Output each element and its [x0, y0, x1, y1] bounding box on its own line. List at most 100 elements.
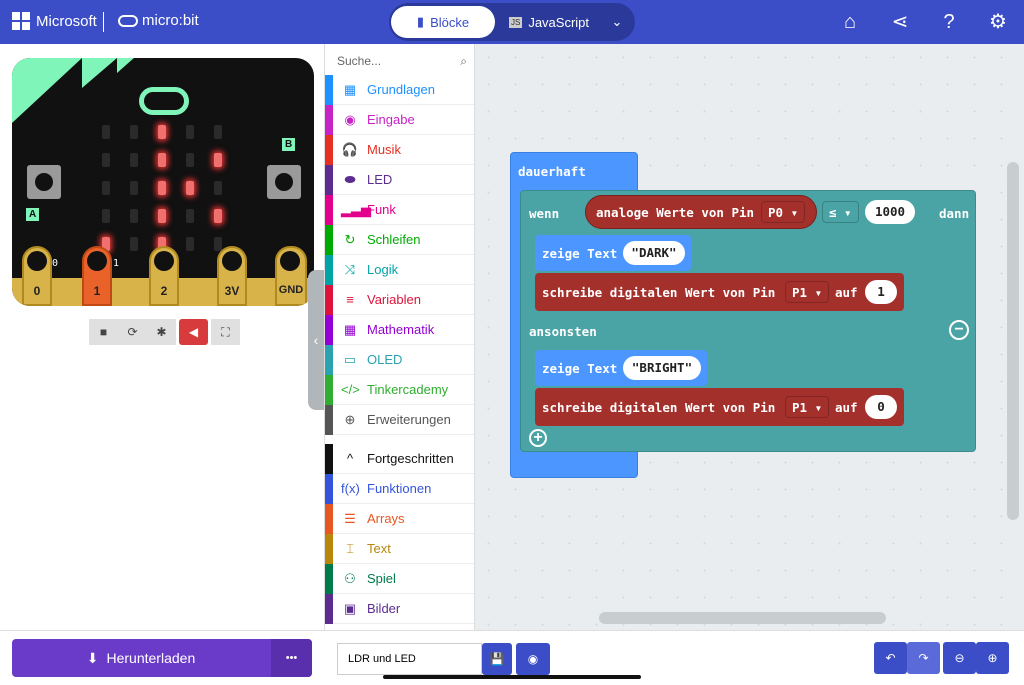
analog-read-block[interactable]: analoge Werte von Pin P0 ▾: [585, 195, 817, 229]
redo-icon[interactable]: ↷: [907, 642, 940, 674]
pin-dropdown[interactable]: P1 ▾: [785, 281, 830, 303]
tab-blocks[interactable]: ▮ Blöcke: [391, 6, 495, 38]
category-erweiterungen[interactable]: ⊕ Erweiterungen: [325, 404, 474, 435]
download-button[interactable]: ⬇ Herunterladen •••: [12, 639, 312, 677]
analog-pin-dropdown[interactable]: P0 ▾: [761, 201, 806, 223]
category-label: Funk: [367, 202, 396, 217]
digital-write-block[interactable]: schreibe digitalen Wert von Pin P1 ▾ auf…: [535, 388, 904, 426]
pin-0[interactable]: 0: [22, 246, 52, 306]
category-spiel[interactable]: ⚇ Spiel: [325, 563, 474, 594]
mute-icon[interactable]: ◀: [179, 319, 208, 345]
value-input[interactable]: 1: [865, 280, 897, 304]
zoom-in-icon[interactable]: ⊕: [976, 642, 1009, 674]
led: [130, 181, 138, 195]
category-color-bar: [325, 134, 333, 165]
category-eingabe[interactable]: ◉ Eingabe: [325, 104, 474, 135]
category-fortgeschritten[interactable]: ^ Fortgeschritten: [325, 443, 474, 474]
category-arrays[interactable]: ☰ Arrays: [325, 503, 474, 534]
button-a[interactable]: [27, 165, 61, 199]
category-schleifen[interactable]: ↻ Schleifen: [325, 224, 474, 255]
category-oled[interactable]: ▭ OLED: [325, 344, 474, 375]
text-input[interactable]: "DARK": [623, 241, 685, 265]
show-text-block[interactable]: zeige Text "BRIGHT": [535, 350, 707, 386]
restart-icon[interactable]: ⟳: [118, 319, 147, 345]
help-icon[interactable]: ?: [937, 10, 961, 34]
product-label: micro:bit: [142, 12, 199, 29]
value-input[interactable]: 0: [865, 395, 897, 419]
category-variablen[interactable]: ≡ Variablen: [325, 284, 474, 315]
pin-gnd[interactable]: GND: [275, 246, 307, 306]
remove-else-icon[interactable]: −: [949, 320, 969, 340]
tab-label: Blöcke: [430, 14, 470, 30]
vertical-scrollbar[interactable]: [1007, 162, 1019, 520]
category-color-bar: [325, 344, 333, 375]
digital-write-block[interactable]: schreibe digitalen Wert von Pin P1 ▾ auf…: [535, 273, 904, 311]
stop-icon[interactable]: ■: [89, 319, 118, 345]
category-tinkercademy[interactable]: </> Tinkercademy: [325, 374, 474, 405]
category-icon: ▦: [343, 321, 357, 337]
more-options-button[interactable]: •••: [271, 639, 312, 677]
category-label: LED: [367, 172, 393, 187]
pin-3v[interactable]: 3V: [217, 246, 247, 306]
pin-strip: 0 1 2 3V GND: [12, 246, 314, 306]
gear-icon[interactable]: ⚙: [986, 10, 1010, 34]
category-logik[interactable]: ⤨ Logik: [325, 254, 474, 285]
category-led[interactable]: ⬬ LED: [325, 164, 474, 195]
category-bilder[interactable]: ▣ Bilder: [325, 593, 474, 624]
category-grundlagen[interactable]: ▦ Grundlagen: [325, 74, 474, 105]
text-input[interactable]: "BRIGHT": [623, 356, 701, 380]
category-label: Grundlagen: [367, 82, 435, 97]
header: Microsoft micro:bit ▮ Blöcke JS JavaScript…: [0, 0, 1024, 44]
category-icon: f(x): [341, 481, 360, 496]
pin-1[interactable]: 1: [82, 246, 112, 306]
category-text[interactable]: ⌶ Text: [325, 533, 474, 564]
github-icon[interactable]: ◉: [516, 643, 550, 675]
led: [130, 209, 138, 223]
led: [214, 181, 222, 195]
threshold-input[interactable]: 1000: [865, 200, 915, 224]
category-color-bar: [325, 473, 333, 504]
microbit-face-logo[interactable]: [139, 87, 189, 115]
horizontal-scrollbar[interactable]: [599, 612, 886, 624]
save-icon[interactable]: 💾: [482, 643, 512, 675]
led: [102, 125, 110, 139]
operator-dropdown[interactable]: ≤ ▾: [822, 201, 859, 223]
home-indicator: [383, 675, 641, 679]
category-musik[interactable]: 🎧 Musik: [325, 134, 474, 165]
undo-icon[interactable]: ↶: [874, 642, 907, 674]
microbit-logo[interactable]: micro:bit: [118, 12, 199, 29]
category-funktionen[interactable]: f(x) Funktionen: [325, 473, 474, 504]
home-icon[interactable]: ⌂: [838, 10, 862, 34]
fullscreen-icon[interactable]: ⛶: [211, 319, 240, 345]
add-else-icon[interactable]: +: [529, 429, 547, 447]
collapse-simulator-button[interactable]: ‹: [308, 270, 324, 410]
led: [214, 209, 222, 223]
debug-icon[interactable]: ✱: [147, 319, 176, 345]
workspace[interactable]: dauerhaft wenn dann ansonsten − + analog…: [475, 44, 1024, 630]
led: [186, 125, 194, 139]
category-icon: ▂▃▅: [341, 201, 371, 217]
show-text-block[interactable]: zeige Text "DARK": [535, 235, 691, 271]
category-icon: ▭: [343, 351, 357, 367]
category-mathematik[interactable]: ▦ Mathematik: [325, 314, 474, 345]
project-name-input[interactable]: LDR und LED: [337, 643, 482, 675]
pin-2[interactable]: 2: [149, 246, 179, 306]
category-color-bar: [325, 563, 333, 594]
tab-javascript[interactable]: JS JavaScript: [499, 6, 599, 38]
category-color-bar: [325, 254, 333, 285]
led: [102, 181, 110, 195]
zoom-out-icon[interactable]: ⊖: [943, 642, 976, 674]
microsoft-logo[interactable]: Microsoft: [12, 12, 97, 30]
category-color-bar: [325, 224, 333, 255]
search-input[interactable]: Suche... ⌕: [337, 54, 467, 69]
category-icon: ↻: [344, 231, 356, 247]
category-funk[interactable]: ▂▃▅ Funk: [325, 194, 474, 225]
pin-dropdown[interactable]: P1 ▾: [785, 396, 830, 418]
category-label: Logik: [367, 262, 399, 277]
chevron-down-icon[interactable]: ⌄: [603, 6, 631, 38]
category-icon: ⚇: [344, 570, 356, 586]
button-b[interactable]: [267, 165, 301, 199]
led: [214, 237, 222, 251]
pin-1-value: 1: [113, 258, 120, 269]
share-icon[interactable]: ⋖: [888, 10, 912, 34]
